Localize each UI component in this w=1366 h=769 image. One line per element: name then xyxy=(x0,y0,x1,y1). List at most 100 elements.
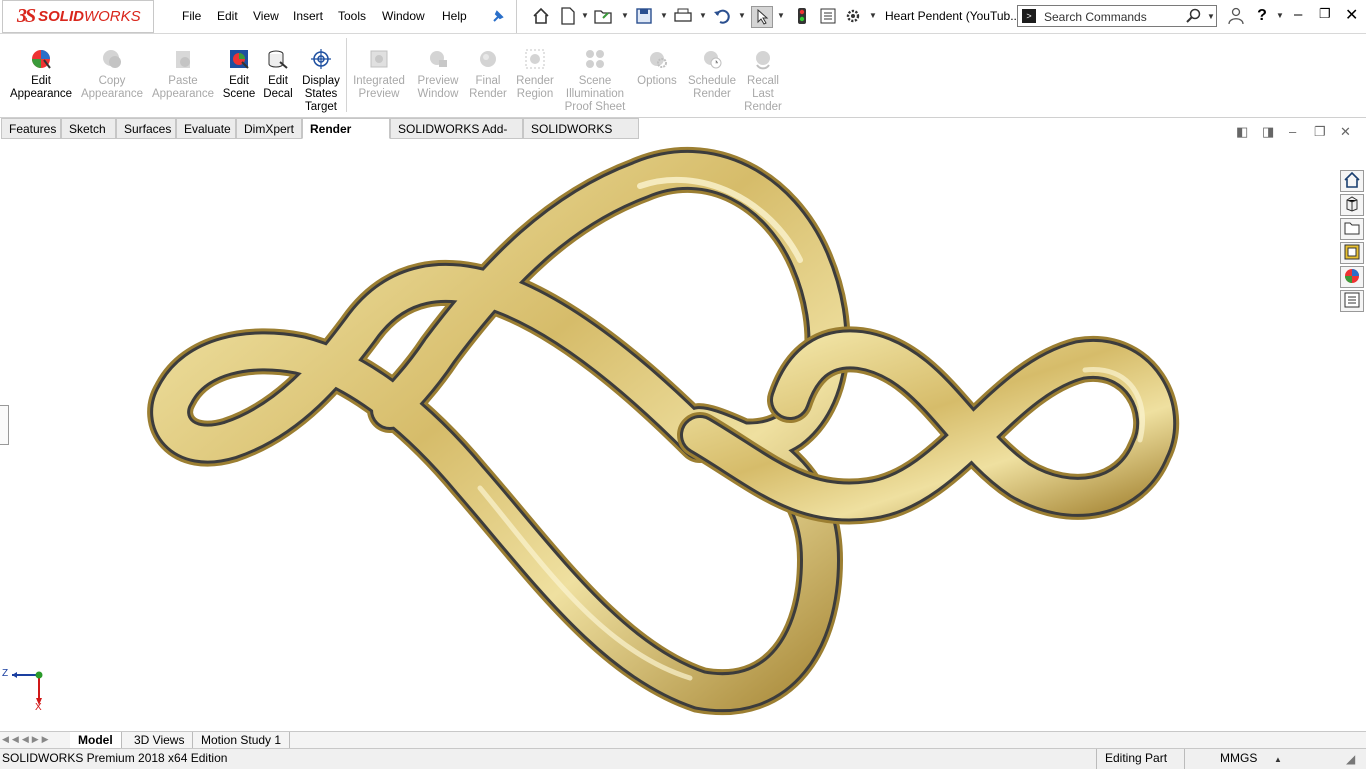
tab-render-tools[interactable]: Render Tools xyxy=(302,118,390,156)
tab-model[interactable]: Model xyxy=(70,732,122,749)
tab-3d-views[interactable]: 3D Views xyxy=(126,732,194,749)
tile-left-icon[interactable]: ◧ xyxy=(1236,124,1248,140)
tab-solidworks-mbd[interactable]: SOLIDWORKS MBD xyxy=(523,118,639,156)
menu-insert[interactable]: Insert xyxy=(293,9,323,23)
chevron-down-icon[interactable]: ▼ xyxy=(660,11,668,20)
command-manager: Edit Appearance Copy Appearance Paste Ap… xyxy=(0,34,1366,118)
ds-logo-mark: 3S xyxy=(17,5,36,27)
edit-decal-button[interactable]: Edit Decal xyxy=(260,34,296,117)
tab-evaluate[interactable]: Evaluate xyxy=(176,118,236,139)
display-states-target-button[interactable]: Display States Target xyxy=(299,34,343,117)
search-commands-box[interactable]: > Search Commands ▼ xyxy=(1017,5,1217,27)
help-icon[interactable]: ? xyxy=(1252,6,1272,26)
status-editing-mode: Editing Part xyxy=(1105,751,1168,765)
chevron-down-icon[interactable]: ▼ xyxy=(1276,11,1284,20)
status-divider xyxy=(1184,749,1185,769)
tab-scroll-arrows-icon[interactable]: ◀◀◀▶▶ xyxy=(2,734,52,745)
status-divider xyxy=(1096,749,1097,769)
final-render-button[interactable]: Final Render xyxy=(468,34,508,117)
select-pointer-icon[interactable] xyxy=(751,6,773,28)
target-icon xyxy=(310,48,332,70)
tool-label-line: Options xyxy=(637,75,677,87)
integrated-preview-icon xyxy=(368,48,390,70)
status-edition: SOLIDWORKS Premium 2018 x64 Edition xyxy=(2,751,228,765)
paste-appearance-icon xyxy=(172,48,194,70)
undo-icon[interactable] xyxy=(712,6,732,26)
file-properties-icon[interactable] xyxy=(818,6,838,26)
tool-label-line: Edit xyxy=(229,75,249,87)
paste-appearance-button[interactable]: Paste Appearance xyxy=(151,34,215,117)
render-region-button[interactable]: Render Region xyxy=(512,34,558,117)
resize-grip-icon[interactable]: ◢ xyxy=(1346,750,1355,769)
preview-window-button[interactable]: Preview Window xyxy=(413,34,463,117)
chevron-down-icon[interactable]: ▼ xyxy=(699,11,707,20)
taskpane-appearances-button[interactable] xyxy=(1340,266,1364,288)
chevron-down-icon[interactable]: ▼ xyxy=(777,11,785,20)
graphics-area[interactable]: Z X xyxy=(0,140,1366,732)
doc-restore-icon[interactable]: ❐ xyxy=(1314,124,1326,140)
edit-scene-button[interactable]: Edit Scene xyxy=(219,34,259,117)
logo-text: SOLIDWORKS xyxy=(38,8,141,25)
chevron-down-icon[interactable]: ▼ xyxy=(581,11,589,20)
close-icon[interactable]: ✕ xyxy=(1345,5,1358,25)
menu-help[interactable]: Help xyxy=(442,9,467,23)
custom-properties-icon xyxy=(1344,292,1360,311)
menu-divider xyxy=(516,0,517,33)
scene-illumination-proof-sheet-button[interactable]: Scene Illumination Proof Sheet xyxy=(562,34,628,117)
taskpane-design-library-button[interactable] xyxy=(1340,194,1364,216)
doc-close-icon[interactable]: ✕ xyxy=(1340,124,1351,140)
taskpane-custom-properties-button[interactable] xyxy=(1340,290,1364,312)
open-folder-icon[interactable] xyxy=(594,6,614,26)
save-icon[interactable] xyxy=(634,6,654,26)
tab-motion-study-1[interactable]: Motion Study 1 xyxy=(193,732,291,749)
tool-label-line: States xyxy=(304,88,338,100)
menu-edit[interactable]: Edit xyxy=(217,9,238,23)
taskpane-view-palette-button[interactable] xyxy=(1340,242,1364,264)
chevron-down-icon[interactable]: ▼ xyxy=(1207,12,1215,21)
tool-label-line: Render xyxy=(744,101,782,113)
solidworks-logo[interactable]: 3S SOLIDWORKS xyxy=(2,0,154,33)
tool-label-line: Final xyxy=(475,75,501,87)
copy-appearance-button[interactable]: Copy Appearance xyxy=(80,34,144,117)
taskpane-resources-button[interactable] xyxy=(1340,170,1364,192)
tool-label-line: Window xyxy=(417,88,459,100)
user-icon[interactable] xyxy=(1226,6,1246,26)
search-input[interactable]: Search Commands xyxy=(1044,10,1147,24)
tab-dimxpert[interactable]: DimXpert xyxy=(236,118,302,139)
new-document-icon[interactable] xyxy=(558,6,578,26)
render-options-button[interactable]: Options xyxy=(634,34,680,117)
tab-solidworks-add-ins[interactable]: SOLIDWORKS Add-Ins xyxy=(390,118,523,156)
unit-system-selector[interactable]: MMGS xyxy=(1220,749,1257,768)
doc-minimize-icon[interactable]: – xyxy=(1289,124,1296,139)
restore-icon[interactable]: ❐ xyxy=(1319,6,1331,22)
chevron-down-icon[interactable]: ▼ xyxy=(738,11,746,20)
pin-icon[interactable] xyxy=(488,6,508,26)
minimize-icon[interactable]: – xyxy=(1294,6,1302,23)
tab-surfaces[interactable]: Surfaces xyxy=(116,118,176,139)
recall-last-render-button[interactable]: Recall Last Render xyxy=(742,34,784,117)
tile-right-icon[interactable]: ◨ xyxy=(1262,124,1274,140)
menu-view[interactable]: View xyxy=(253,9,279,23)
menu-window[interactable]: Window xyxy=(382,9,425,23)
render-region-icon xyxy=(524,48,546,70)
print-icon[interactable] xyxy=(673,6,693,26)
chevron-down-icon[interactable]: ▼ xyxy=(869,11,877,20)
chevron-up-icon[interactable]: ▲ xyxy=(1274,750,1282,769)
schedule-render-button[interactable]: Schedule Render xyxy=(686,34,738,117)
tool-label-line: Scene xyxy=(578,75,612,87)
menu-tools[interactable]: Tools xyxy=(338,9,366,23)
integrated-preview-button[interactable]: Integrated Preview xyxy=(350,34,408,117)
tool-label-line: Preview xyxy=(358,88,400,100)
tab-sketch[interactable]: Sketch xyxy=(61,118,116,139)
gear-icon[interactable] xyxy=(843,6,863,26)
tab-features[interactable]: Features xyxy=(1,118,61,139)
feature-manager-handle[interactable] xyxy=(0,405,9,445)
edit-appearance-button[interactable]: Edit Appearance xyxy=(8,34,74,117)
heart-pendant-model[interactable] xyxy=(0,140,1366,732)
menu-file[interactable]: File xyxy=(182,9,201,23)
taskpane-file-explorer-button[interactable] xyxy=(1340,218,1364,240)
home-icon[interactable] xyxy=(531,6,551,26)
search-icon[interactable] xyxy=(1186,8,1202,27)
rebuild-traffic-light-icon[interactable] xyxy=(792,6,812,26)
chevron-down-icon[interactable]: ▼ xyxy=(621,11,629,20)
